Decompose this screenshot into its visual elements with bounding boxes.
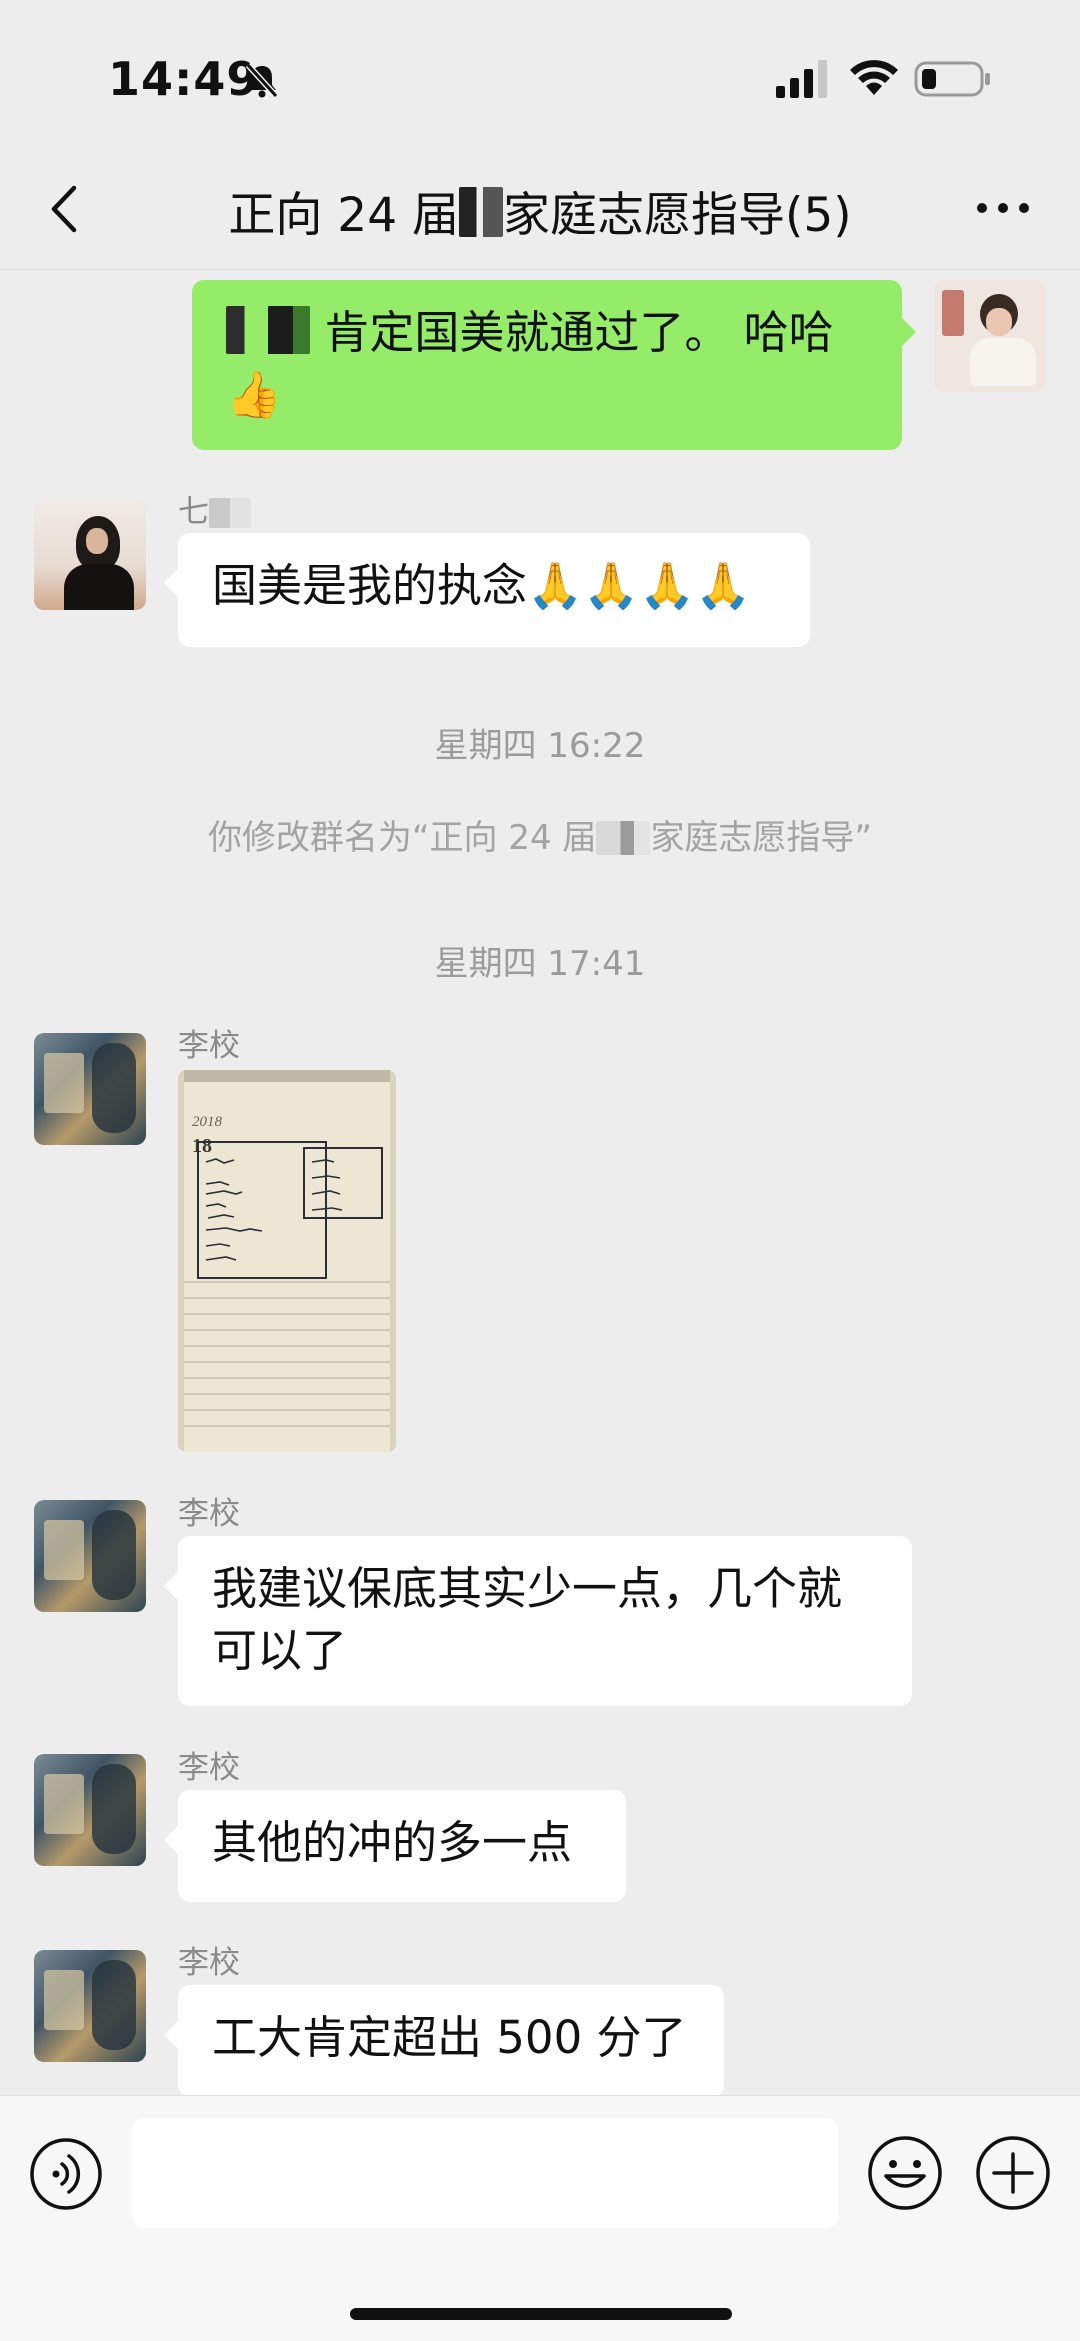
message-input[interactable] bbox=[132, 2118, 838, 2228]
self-avatar[interactable] bbox=[934, 280, 1046, 392]
chat-title: 正向 24 届家庭志愿指导(5) bbox=[160, 176, 920, 245]
chat-title-prefix: 正向 24 届 bbox=[228, 188, 460, 243]
chat-header: 正向 24 届家庭志愿指导(5) bbox=[0, 150, 1080, 270]
message-bubble[interactable]: 其他的冲的多一点 bbox=[164, 1790, 626, 1902]
timestamp: 星期四 17:41 bbox=[434, 944, 646, 984]
sender-avatar[interactable] bbox=[34, 1754, 146, 1866]
timestamp: 星期四 16:22 bbox=[434, 726, 646, 766]
message-bubble[interactable]: 工大肯定超出 500 分了 bbox=[164, 1985, 724, 2097]
sender-name: 七 bbox=[178, 486, 251, 531]
sender-name: 李校 bbox=[178, 1028, 240, 1064]
photo-day: 18 bbox=[192, 1135, 212, 1157]
system-notice: 你修改群名为“正向 24 届家庭志愿指导” bbox=[207, 818, 873, 858]
back-chevron-icon[interactable] bbox=[36, 174, 96, 244]
notebook-photo: 2018 18 bbox=[178, 1070, 396, 1452]
photo-message[interactable]: 2018 18 bbox=[178, 1070, 396, 1452]
cellular-signal-icon bbox=[776, 60, 827, 98]
chat-screen: 14:49 正向 24 届家庭志愿指导(5) 肯定国美就通过了。 哈哈 👍 七 … bbox=[0, 0, 1080, 2341]
voice-icon[interactable] bbox=[28, 2136, 104, 2212]
self-message-bubble[interactable]: 肯定国美就通过了。 哈哈 👍 bbox=[192, 280, 916, 450]
redacted-name-block bbox=[209, 498, 251, 528]
redacted-name-block bbox=[226, 306, 310, 354]
battery-icon bbox=[914, 61, 990, 97]
redacted-name-block bbox=[596, 821, 651, 855]
status-time: 14:49 bbox=[108, 52, 260, 106]
more-options-icon[interactable] bbox=[968, 178, 1038, 238]
message-bubble[interactable]: 我建议保底其实少一点，几个就可以了 bbox=[164, 1536, 912, 1706]
chat-title-suffix: 家庭志愿指导(5) bbox=[503, 188, 852, 243]
sender-avatar[interactable] bbox=[34, 1950, 146, 2062]
message-text: 肯定国美就通过了。 哈哈 👍 bbox=[226, 306, 834, 421]
sender-avatar[interactable] bbox=[34, 1500, 146, 1612]
status-bar: 14:49 bbox=[0, 0, 1080, 150]
sender-avatar[interactable] bbox=[34, 1033, 146, 1145]
wifi-icon bbox=[850, 60, 898, 95]
mute-bell-icon bbox=[245, 62, 279, 99]
message-bubble[interactable]: 国美是我的执念🙏🙏🙏🙏 bbox=[164, 533, 810, 647]
sender-name: 李校 bbox=[178, 1945, 240, 1981]
redacted-name-block bbox=[459, 187, 504, 237]
plus-icon[interactable] bbox=[974, 2134, 1052, 2212]
sender-name: 李校 bbox=[178, 1496, 240, 1532]
home-indicator bbox=[350, 2308, 732, 2320]
sender-avatar[interactable] bbox=[34, 498, 146, 610]
sender-name: 李校 bbox=[178, 1750, 240, 1786]
input-bar bbox=[0, 2095, 1080, 2341]
photo-year: 2018 bbox=[192, 1114, 223, 1130]
emoji-icon[interactable] bbox=[866, 2134, 944, 2212]
